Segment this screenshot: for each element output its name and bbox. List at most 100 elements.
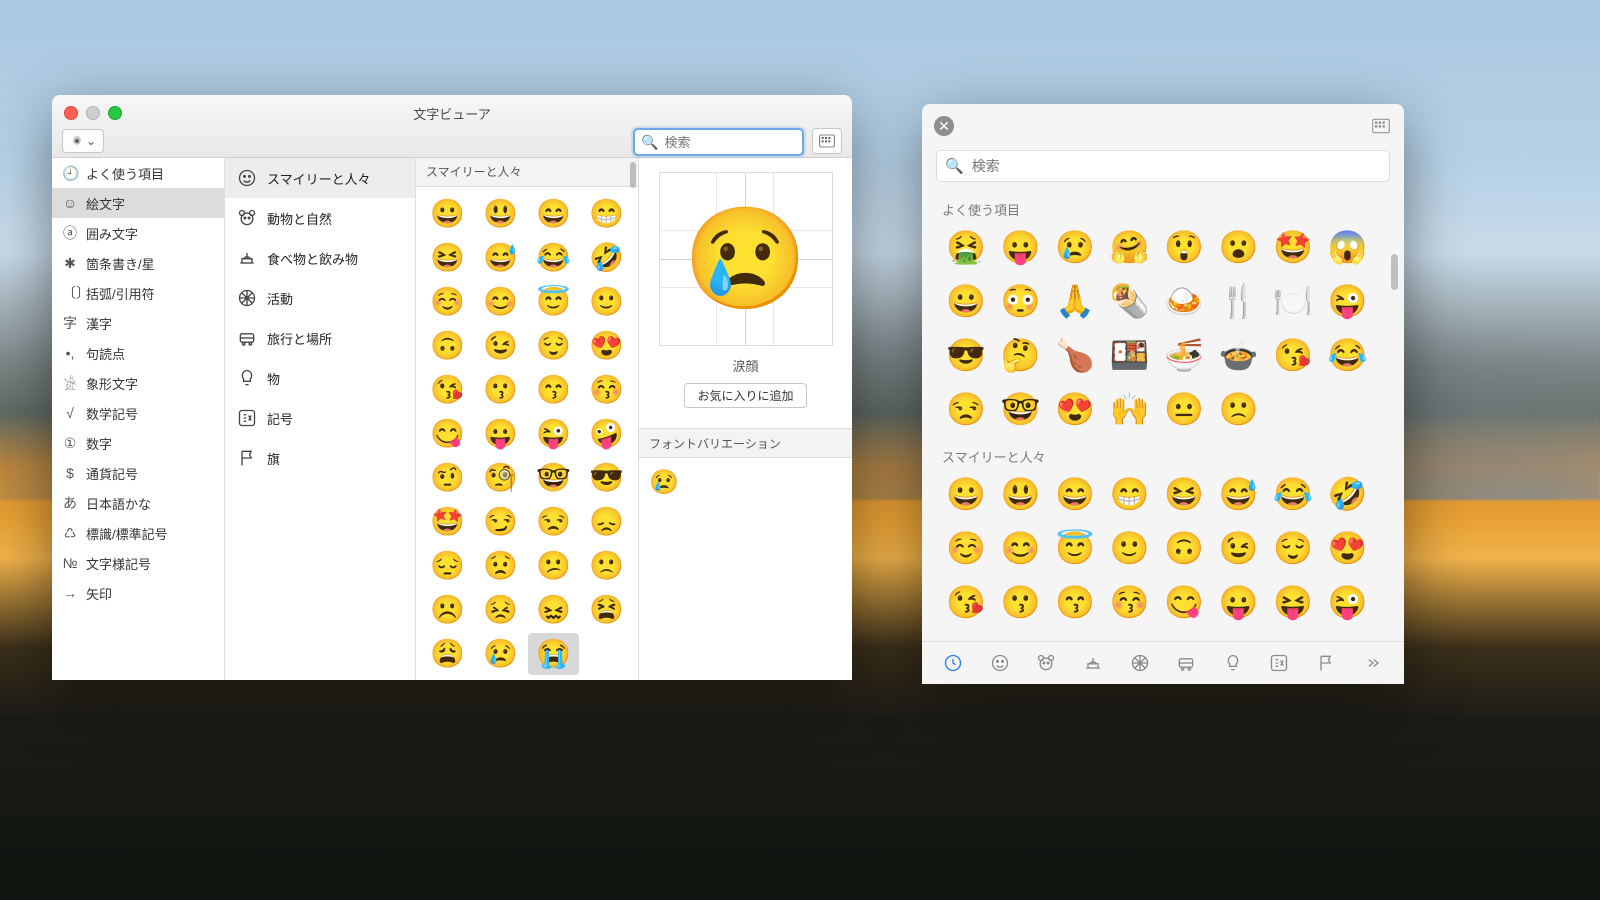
emoji-cell[interactable]: 😍	[1324, 524, 1373, 572]
left-item-5[interactable]: 字漢字	[52, 308, 224, 338]
category-smiley[interactable]: スマイリーと人々	[225, 158, 415, 198]
popover-tab-food[interactable]	[1077, 647, 1109, 679]
emoji-cell[interactable]: 😙	[528, 369, 579, 411]
emoji-cell[interactable]: 🍴	[1215, 277, 1264, 325]
emoji-cell[interactable]: 🤪	[581, 413, 632, 455]
emoji-cell[interactable]: 😃	[475, 193, 526, 235]
left-item-11[interactable]: あ日本語かな	[52, 488, 224, 518]
emoji-cell[interactable]: 🤣	[1324, 470, 1373, 518]
left-item-1[interactable]: ☺絵文字	[52, 188, 224, 218]
emoji-cell[interactable]: 😇	[1051, 524, 1100, 572]
emoji-cell[interactable]: 🙏	[1051, 277, 1100, 325]
popover-search-input[interactable]	[970, 157, 1381, 175]
emoji-cell[interactable]: 😚	[1106, 578, 1155, 626]
left-item-8[interactable]: √数学記号	[52, 398, 224, 428]
emoji-cell[interactable]: 😗	[997, 578, 1046, 626]
emoji-cell[interactable]: 😂	[1324, 331, 1373, 379]
emoji-cell[interactable]: 😗	[475, 369, 526, 411]
emoji-cell[interactable]: 🙃	[422, 325, 473, 367]
emoji-cell[interactable]: 🙂	[581, 281, 632, 323]
left-item-10[interactable]: $通貨記号	[52, 458, 224, 488]
popover-tab-more[interactable]	[1357, 647, 1389, 679]
emoji-cell[interactable]: 😁	[1106, 470, 1155, 518]
left-item-6[interactable]: •,句読点	[52, 338, 224, 368]
emoji-cell[interactable]: 😆	[422, 237, 473, 279]
emoji-cell[interactable]: 😍	[1051, 385, 1100, 433]
popover-tab-objects[interactable]	[1217, 647, 1249, 679]
emoji-cell[interactable]: 😛	[1215, 578, 1264, 626]
emoji-cell[interactable]: 😛	[475, 413, 526, 455]
popover-tab-smiley[interactable]	[984, 647, 1016, 679]
close-button[interactable]: ✕	[934, 116, 954, 136]
emoji-cell[interactable]: 😅	[1215, 470, 1264, 518]
emoji-cell[interactable]: 😌	[1269, 524, 1318, 572]
left-item-13[interactable]: №文字様記号	[52, 548, 224, 578]
category-travel[interactable]: 旅行と場所	[225, 318, 415, 358]
emoji-cell[interactable]: 😢	[475, 633, 526, 675]
popover-tab-activity[interactable]	[1124, 647, 1156, 679]
emoji-cell[interactable]: 🍱	[1106, 331, 1155, 379]
settings-menu-button[interactable]: ⌄	[62, 129, 104, 153]
emoji-cell[interactable]: 😊	[997, 524, 1046, 572]
emoji-cell[interactable]: ☺️	[942, 524, 991, 572]
emoji-cell[interactable]: 🍽️	[1269, 277, 1318, 325]
emoji-cell[interactable]: 🤮	[942, 223, 991, 271]
emoji-cell[interactable]: 😏	[475, 501, 526, 543]
emoji-cell[interactable]: 😉	[1215, 524, 1264, 572]
emoji-cell[interactable]: 😒	[942, 385, 991, 433]
popover-tab-clock[interactable]	[937, 647, 969, 679]
emoji-cell[interactable]: 😱	[1324, 223, 1373, 271]
emoji-cell[interactable]: 😊	[475, 281, 526, 323]
emoji-cell[interactable]: 😞	[581, 501, 632, 543]
font-variation-cell[interactable]: 😢	[639, 458, 852, 507]
left-item-12[interactable]: ♺標識/標準記号	[52, 518, 224, 548]
emoji-cell[interactable]: 😋	[422, 413, 473, 455]
popover-search-field[interactable]: 🔍	[936, 150, 1390, 182]
emoji-cell[interactable]: 😀	[942, 470, 991, 518]
popover-tab-animal[interactable]	[1030, 647, 1062, 679]
emoji-cell[interactable]: 😭	[528, 633, 579, 675]
popover-tab-symbols[interactable]	[1263, 647, 1295, 679]
emoji-cell[interactable]: 😜	[1324, 578, 1373, 626]
emoji-cell[interactable]: 🍛	[1160, 277, 1209, 325]
popover-tab-flags[interactable]	[1310, 647, 1342, 679]
emoji-cell[interactable]: 😜	[528, 413, 579, 455]
compact-toggle-button[interactable]	[812, 128, 842, 154]
emoji-cell[interactable]: 😟	[475, 545, 526, 587]
emoji-cell[interactable]: 😂	[1269, 470, 1318, 518]
emoji-cell[interactable]: 😇	[528, 281, 579, 323]
emoji-cell[interactable]: 🤓	[997, 385, 1046, 433]
category-objects[interactable]: 物	[225, 358, 415, 398]
emoji-cell[interactable]: 😁	[581, 193, 632, 235]
emoji-cell[interactable]: 😛	[997, 223, 1046, 271]
emoji-cell[interactable]: 😃	[997, 470, 1046, 518]
emoji-cell[interactable]: 😘	[1269, 331, 1318, 379]
popover-tab-travel[interactable]	[1170, 647, 1202, 679]
emoji-cell[interactable]: 😋	[1160, 578, 1209, 626]
left-item-0[interactable]: 🕘よく使う項目	[52, 158, 224, 188]
emoji-cell[interactable]: 😐	[1160, 385, 1209, 433]
emoji-cell[interactable]: 🤔	[997, 331, 1046, 379]
emoji-cell[interactable]: 😌	[528, 325, 579, 367]
category-flags[interactable]: 旗	[225, 438, 415, 478]
emoji-cell[interactable]: 😝	[1269, 578, 1318, 626]
emoji-cell[interactable]: 😙	[1051, 578, 1100, 626]
expand-toggle-button[interactable]	[1370, 116, 1392, 136]
emoji-cell[interactable]: 😫	[581, 589, 632, 631]
emoji-cell[interactable]: 🙁	[1215, 385, 1264, 433]
emoji-cell[interactable]: 😄	[1051, 470, 1100, 518]
emoji-cell[interactable]: ☹️	[422, 589, 473, 631]
emoji-cell[interactable]: 😀	[422, 193, 473, 235]
emoji-cell[interactable]: 🙁	[581, 545, 632, 587]
category-animal[interactable]: 動物と自然	[225, 198, 415, 238]
emoji-cell[interactable]: 🌯	[1106, 277, 1155, 325]
add-to-favorites-button[interactable]: お気に入りに追加	[684, 383, 806, 408]
left-item-4[interactable]: 〔〕括弧/引用符	[52, 278, 224, 308]
emoji-cell[interactable]: 😆	[1160, 470, 1209, 518]
emoji-cell[interactable]: 🤨	[422, 457, 473, 499]
emoji-cell[interactable]: 😎	[942, 331, 991, 379]
emoji-cell[interactable]: 😖	[528, 589, 579, 631]
emoji-cell[interactable]: ☺️	[422, 281, 473, 323]
category-symbols[interactable]: 記号	[225, 398, 415, 438]
left-item-14[interactable]: →矢印	[52, 578, 224, 608]
